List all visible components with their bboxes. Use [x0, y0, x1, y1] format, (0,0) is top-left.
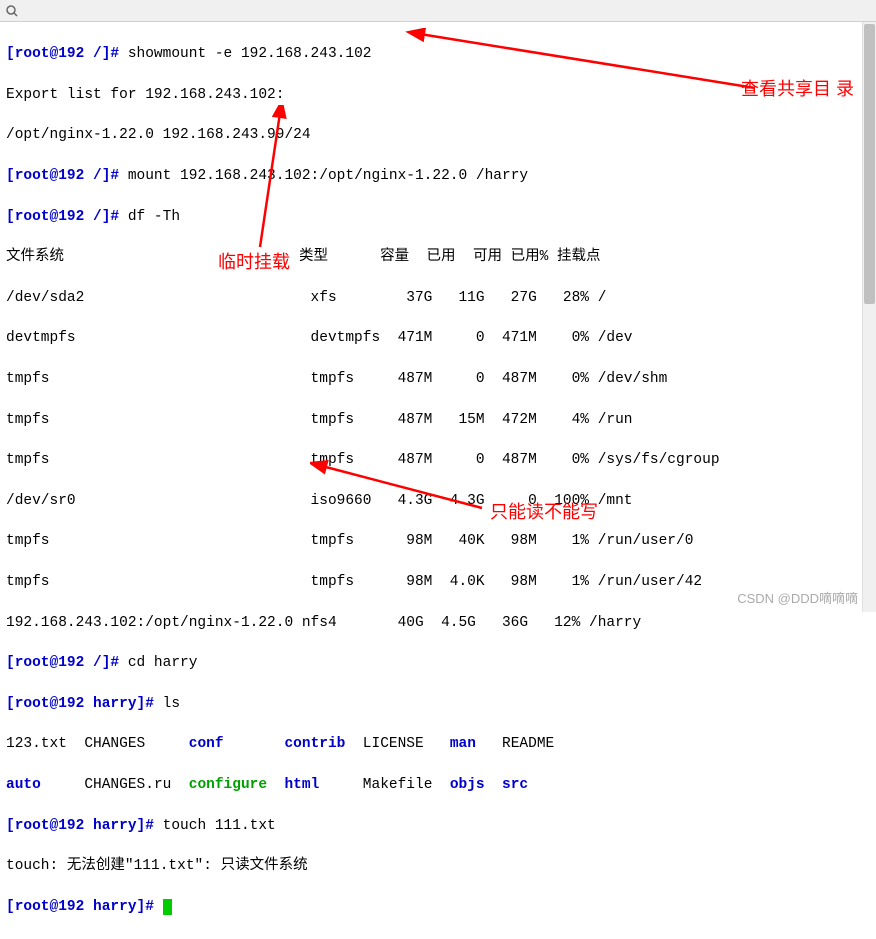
output-line: Export list for 192.168.243.102:	[6, 85, 870, 105]
toolbar	[0, 0, 876, 22]
command-text: showmount -e 192.168.243.102	[119, 46, 371, 62]
prompt: [root@192	[6, 168, 93, 184]
prompt: [root@192	[6, 818, 93, 834]
prompt-end: ]#	[102, 655, 119, 671]
df-row: tmpfs tmpfs 98M 40K 98M 1% /run/user/0	[6, 531, 870, 551]
prompt: [root@192	[6, 46, 93, 62]
command-text: cd harry	[119, 655, 197, 671]
prompt-path: /	[93, 209, 102, 225]
prompt-path: /	[93, 655, 102, 671]
prompt-end: ]#	[102, 46, 119, 62]
ls-row: 123.txt CHANGES conf contrib LICENSE man…	[6, 734, 870, 754]
scrollbar-vertical[interactable]	[862, 22, 876, 612]
dir-entry: src	[502, 777, 528, 793]
prompt: [root@192	[6, 899, 93, 915]
command-text: ls	[154, 696, 180, 712]
prompt-path: /	[93, 168, 102, 184]
dir-entry: html	[284, 777, 362, 793]
exec-entry: configure	[189, 777, 285, 793]
df-row: tmpfs tmpfs 487M 0 487M 0% /dev/shm	[6, 369, 870, 389]
df-row: /dev/sda2 xfs 37G 11G 27G 28% /	[6, 288, 870, 308]
prompt-end: ]#	[137, 818, 154, 834]
dir-entry: contrib	[284, 736, 362, 752]
command-text: mount 192.168.243.102:/opt/nginx-1.22.0 …	[119, 168, 528, 184]
error-line: touch: 无法创建"111.txt": 只读文件系统	[6, 856, 870, 876]
prompt: [root@192	[6, 655, 93, 671]
command-text: df -Th	[119, 209, 180, 225]
df-row: tmpfs tmpfs 487M 0 487M 0% /sys/fs/cgrou…	[6, 450, 870, 470]
prompt-path: harry	[93, 818, 137, 834]
df-row: devtmpfs devtmpfs 471M 0 471M 0% /dev	[6, 328, 870, 348]
terminal-output[interactable]: [root@192 /]# showmount -e 192.168.243.1…	[0, 22, 876, 939]
prompt: [root@192	[6, 696, 93, 712]
prompt-end: ]#	[137, 899, 154, 915]
ls-row: auto CHANGES.ru configure html Makefile …	[6, 775, 870, 795]
prompt-path: /	[93, 46, 102, 62]
df-row: 192.168.243.102:/opt/nginx-1.22.0 nfs4 4…	[6, 613, 870, 633]
dir-entry: man	[450, 736, 502, 752]
prompt: [root@192	[6, 209, 93, 225]
search-icon[interactable]	[4, 3, 20, 19]
prompt-end: ]#	[137, 696, 154, 712]
scrollbar-thumb[interactable]	[864, 24, 875, 304]
df-row: tmpfs tmpfs 487M 15M 472M 4% /run	[6, 410, 870, 430]
dir-entry: conf	[189, 736, 285, 752]
prompt-path: harry	[93, 696, 137, 712]
output-line: /opt/nginx-1.22.0 192.168.243.99/24	[6, 125, 870, 145]
prompt-end: ]#	[102, 168, 119, 184]
dir-entry: objs	[450, 777, 502, 793]
df-header: 文件系统 类型 容量 已用 可用 已用% 挂载点	[6, 247, 870, 267]
command-text	[154, 899, 163, 915]
dir-entry: auto	[6, 777, 84, 793]
prompt-path: harry	[93, 899, 137, 915]
command-text: touch 111.txt	[154, 818, 276, 834]
df-row: /dev/sr0 iso9660 4.3G 4.3G 0 100% /mnt	[6, 491, 870, 511]
cursor	[163, 899, 172, 915]
prompt-end: ]#	[102, 209, 119, 225]
watermark: CSDN @DDD嘀嘀嘀	[737, 590, 858, 608]
